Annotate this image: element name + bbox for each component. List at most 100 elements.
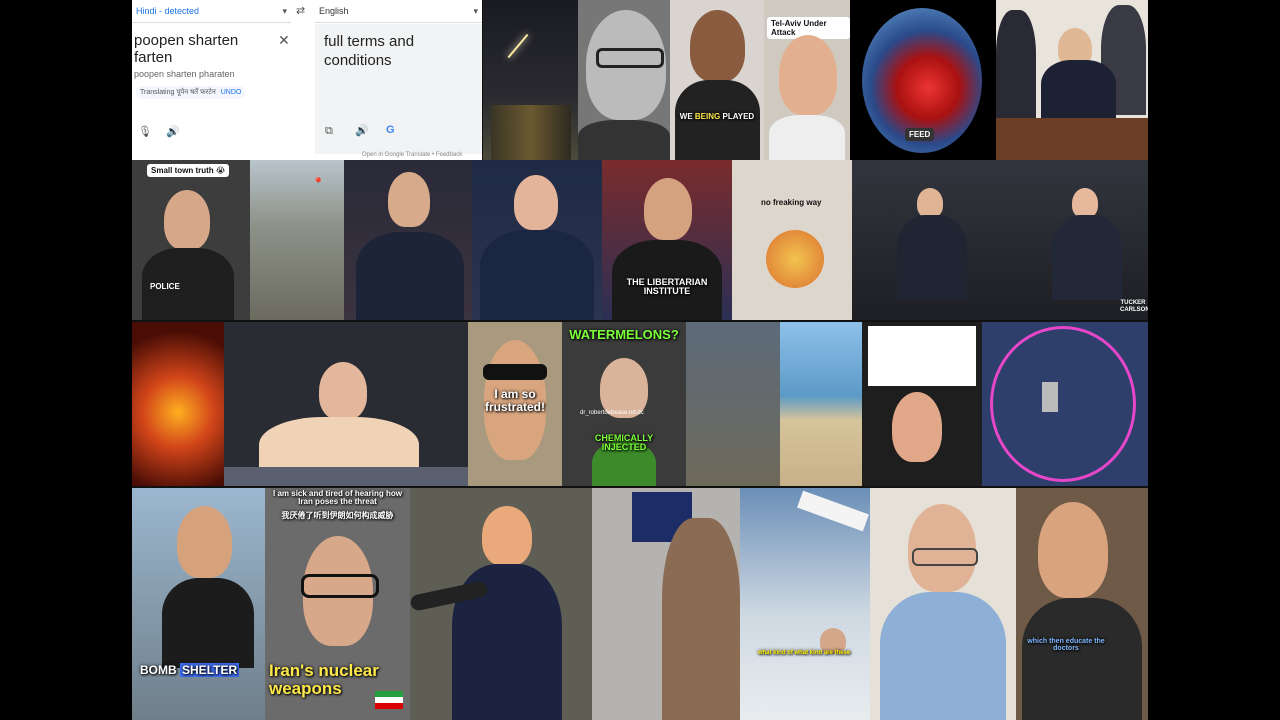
watermelons-caption: WATERMELONS? — [569, 327, 679, 342]
tucker-interview-clip[interactable]: TUCKER CARLSON — [852, 160, 1148, 320]
educate-doctors-clip[interactable]: which then educate the doctors — [1016, 488, 1148, 720]
google-translate-panel[interactable]: Hindi - detected ▾ ⇄ English ▾ poopen sh… — [132, 0, 482, 160]
translate-footer: Open in Google Translate • Feedback — [362, 152, 462, 158]
sick-caption: I am sick and tired of hearing how Iran … — [273, 489, 402, 507]
small-town-caption: Small town truth 😭 — [147, 164, 230, 177]
older-man-clip[interactable] — [870, 488, 1016, 720]
libertarian-clip[interactable]: THE LIBERTARIAN INSTITUTE — [602, 160, 732, 320]
police-label: POLICE — [150, 282, 180, 291]
reporter-hair — [662, 518, 740, 720]
man-face — [514, 175, 558, 230]
iran-nuclear-caption: Iran's nuclear weapons — [269, 661, 379, 698]
we-being-played-clip[interactable]: WE BEING PLAYED — [670, 0, 764, 160]
tel-aviv-clip[interactable]: Tel-Aviv Under Attack — [764, 0, 850, 160]
studio-guest-clip[interactable] — [344, 160, 472, 320]
glasses — [912, 548, 978, 566]
man-tanktop — [162, 578, 254, 668]
missile-night-clip[interactable] — [483, 0, 578, 160]
educate-caption: which then educate the doctors — [1027, 638, 1105, 653]
man-face — [388, 172, 430, 227]
missile-streak — [507, 33, 529, 59]
press-reporter-clip[interactable] — [592, 488, 740, 720]
tweet-screenshot — [868, 326, 976, 386]
feedback-link[interactable]: Feedback — [436, 152, 462, 158]
sunglasses — [483, 364, 547, 380]
hearing-desk — [224, 467, 468, 486]
glasses — [301, 574, 379, 598]
man-face — [177, 506, 232, 578]
desk — [996, 118, 1148, 160]
video-collage: Hindi - detected ▾ ⇄ English ▾ poopen sh… — [132, 0, 1148, 720]
frustrated-caption: I am so frustrated! — [484, 387, 545, 414]
tucker-logo: TUCKER CARLSON — [1120, 300, 1148, 313]
man-shirt — [880, 592, 1006, 720]
airplane-window-clip[interactable]: what kind of what kind are these — [740, 488, 870, 720]
footer-separator: • — [432, 152, 435, 158]
man-suit — [356, 232, 464, 320]
police-clip[interactable]: Small town truth 😭 POLICE — [132, 160, 250, 320]
translating-label: Translating — [140, 89, 175, 96]
man-shirt — [578, 120, 670, 160]
we-being-played-caption: WE BEING PLAYED — [679, 112, 755, 121]
man-face — [690, 10, 745, 82]
undo-button[interactable]: UNDO — [221, 89, 242, 96]
feed-badge: FEED — [905, 128, 935, 141]
open-in-translate-link[interactable]: Open in Google Translate — [362, 152, 430, 158]
translation-result-pane: full terms and conditions ⧉ 🔊 G — [315, 24, 482, 154]
woman-face — [319, 362, 367, 420]
gabbard-hearing-clip[interactable] — [224, 322, 468, 486]
close-icon[interactable]: ✕ — [278, 32, 290, 49]
unclear-caption: what kind of what kind are these — [757, 650, 851, 656]
man-face — [644, 178, 692, 240]
man-face — [482, 506, 532, 566]
target-language-select[interactable]: English ▾ — [315, 0, 482, 23]
microphone-icon[interactable]: 🎙 — [138, 125, 152, 138]
man-shirt — [1022, 598, 1142, 720]
globe-clip[interactable]: FEED — [850, 0, 996, 160]
piers-morgan-clip[interactable] — [472, 160, 602, 320]
bomb-shelter-clip[interactable]: BOMB SHELTER — [132, 488, 265, 720]
beach-clip[interactable] — [780, 322, 862, 486]
frustrated-clip[interactable]: I am so frustrated! — [468, 322, 562, 486]
man-shirt — [769, 115, 845, 160]
translating-text: पूपेन षर्तें फरटेन — [176, 89, 216, 96]
circled-detail-clip[interactable] — [982, 322, 1148, 486]
signing-clip[interactable] — [996, 0, 1148, 160]
target-language-label: English — [319, 6, 349, 16]
rubble-aerial-clip[interactable]: 📍 — [250, 160, 344, 320]
man-face — [1072, 188, 1098, 218]
tweet-reaction-clip[interactable] — [862, 322, 982, 486]
watermelon-clip[interactable]: WATERMELONS? dr_robertdebease.nd.dc CHEM… — [562, 322, 686, 486]
romanized-text: poopen sharten pharaten — [134, 69, 235, 79]
pizza — [766, 230, 824, 288]
chevron-down-icon: ▾ — [473, 6, 478, 16]
street-protest-clip[interactable] — [686, 322, 780, 486]
google-icon[interactable]: G — [386, 124, 395, 136]
sick-chinese-caption: 我厌倦了听到伊朗如何构成威胁 — [281, 511, 394, 520]
source-language-label: Hindi - detected — [136, 6, 200, 16]
iran-flag-icon — [375, 691, 403, 709]
airplane-wing — [797, 490, 869, 532]
iran-nuclear-clip[interactable]: I am sick and tired of hearing how Iran … — [265, 488, 410, 720]
no-freaking-way-caption: no freaking way — [761, 198, 822, 207]
result-text: full terms and conditions — [324, 33, 415, 69]
man-suit — [996, 10, 1036, 120]
source-language-select[interactable]: Hindi - detected ▾ — [132, 0, 291, 23]
explosion-clip[interactable] — [132, 322, 224, 486]
swap-icon[interactable]: ⇄ — [296, 4, 305, 17]
man-face — [1038, 502, 1108, 598]
copy-icon[interactable]: ⧉ — [325, 125, 333, 138]
pizza-clip[interactable]: no freaking way — [732, 160, 852, 320]
highlight-circle — [990, 326, 1136, 482]
location-pin-icon: 📍 — [312, 178, 325, 189]
speaker-icon[interactable]: 🔊 — [166, 125, 180, 138]
source-text[interactable]: poopen sharten farten — [134, 32, 274, 66]
bald-man-glasses-clip[interactable] — [578, 0, 670, 160]
man-suit — [480, 230, 594, 320]
man-suit — [1052, 215, 1122, 300]
trump-press-clip[interactable] — [410, 488, 592, 720]
city-skyline — [491, 105, 571, 160]
translating-chip: Translating पूपेन षर्तें फरटेन UNDO — [136, 86, 246, 99]
man-face — [892, 392, 942, 462]
speaker-icon[interactable]: 🔊 — [355, 124, 369, 137]
